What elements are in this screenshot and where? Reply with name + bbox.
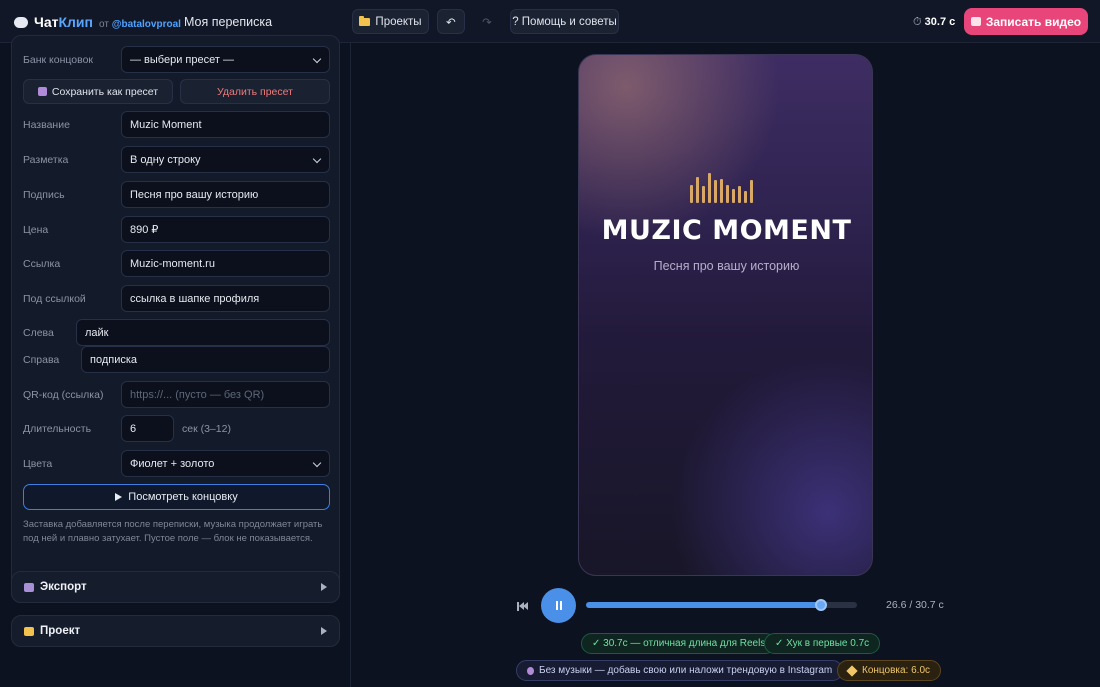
equalizer-bar [702, 186, 705, 203]
outro-bank-select[interactable]: — выбери пресет — [121, 46, 330, 73]
duration-readout: ⏱ 30.7 с [913, 16, 955, 29]
under-link-label: Под ссылкой [23, 293, 86, 305]
progress-fill [586, 602, 821, 608]
hook-badge: ✓ Хук в первые 0.7с [764, 633, 881, 654]
save-preset-button[interactable]: Сохранить как пресет [23, 79, 173, 104]
progress-knob[interactable] [814, 599, 827, 611]
equalizer-icon [690, 173, 753, 203]
record-video-label: Записать видео [985, 14, 1082, 29]
projects-button[interactable]: Проекты [352, 9, 429, 34]
equalizer-bar [744, 191, 747, 203]
left-field[interactable]: лайк [76, 319, 330, 346]
left-label: Слева [23, 327, 54, 339]
equalizer-bar [708, 173, 711, 203]
preview-outro-label: Посмотреть концовку [128, 491, 238, 503]
equalizer-bar [732, 189, 735, 203]
clapper-icon [24, 582, 34, 592]
save-preset-label: Сохранить как пресет [51, 85, 159, 98]
expand-arrow-icon [321, 583, 327, 591]
help-button[interactable]: ? Помощь и советы [510, 9, 619, 34]
expand-arrow-icon [321, 627, 327, 635]
qr-label: QR-код (ссылка) [23, 389, 104, 401]
folder-icon [24, 626, 34, 636]
skip-back-icon[interactable] [516, 600, 528, 612]
save-icon [37, 87, 47, 96]
project-section[interactable]: Проект [11, 615, 340, 647]
outro-settings-card: Банк концовок — выбери пресет — Сохранит… [11, 35, 340, 603]
duration-label: Длительность [23, 423, 92, 435]
preview-subtitle: Песня про вашу историю [653, 259, 800, 273]
undo-button[interactable]: ↶ [437, 9, 465, 34]
pause-button[interactable] [541, 588, 576, 623]
app-brand[interactable]: ЧатКлип от @batalovproal [14, 14, 181, 30]
layout-label: Разметка [23, 154, 69, 166]
caption-field[interactable]: Песня про вашу историю [121, 181, 330, 208]
link-label: Ссылка [23, 258, 61, 270]
outro-name-field[interactable]: Muzic Moment [121, 111, 330, 138]
chat-bubble-icon [14, 17, 28, 28]
qr-link-field[interactable]: https://... (пусто — без QR) [121, 381, 330, 408]
record-video-button[interactable]: Записать видео [964, 8, 1088, 35]
timer-icon: ⏱ [913, 16, 922, 28]
bank-label: Банк концовок [23, 54, 94, 66]
export-section[interactable]: Экспорт [11, 571, 340, 603]
right-label: Справа [23, 354, 60, 366]
right-field[interactable]: подписка [81, 346, 330, 373]
projects-button-label: Проекты [375, 15, 422, 28]
preview-outro-button[interactable]: Посмотреть концовку [23, 484, 330, 510]
equalizer-bar [720, 179, 723, 203]
length-badge: ✓ 30.7с — отличная длина для Reels [581, 633, 777, 654]
equalizer-bar [750, 180, 753, 203]
equalizer-bar [696, 177, 699, 203]
equalizer-bar [726, 185, 729, 203]
outro-hint: Заставка добавляется после переписки, му… [23, 519, 323, 544]
export-section-label: Экспорт [40, 581, 87, 593]
project-section-label: Проект [40, 625, 81, 637]
price-field[interactable]: 890 ₽ [121, 216, 330, 243]
colors-select[interactable]: Фиолет + золото [121, 450, 330, 477]
app-author: от @batalovproal [99, 19, 181, 30]
settings-panel: Банк концовок — выбери пресет — Сохранит… [0, 35, 351, 687]
duration-field[interactable]: 6 [121, 415, 174, 442]
delete-preset-button[interactable]: Удалить пресет [180, 79, 330, 104]
caption-label: Подпись [23, 189, 65, 201]
link-field[interactable]: Muzic-moment.ru [121, 250, 330, 277]
preview-title: MUZIC MOMENT [601, 215, 852, 246]
outro-length-badge: Концовка: 6.0с [837, 660, 942, 681]
sparkle-icon [846, 664, 858, 677]
duration-hint: сек (3–12) [182, 423, 231, 435]
under-link-field[interactable]: ссылка в шапке профиля [121, 285, 330, 312]
redo-button[interactable]: ↷ [473, 9, 501, 34]
page-title[interactable]: Моя переписка [184, 15, 272, 29]
equalizer-bar [714, 180, 717, 203]
app-name: ЧатКлип [34, 14, 93, 30]
redo-icon: ↷ [482, 16, 492, 29]
help-button-label: ? Помощь и советы [512, 15, 617, 28]
equalizer-bar [738, 186, 741, 203]
video-preview[interactable]: MUZIC MOMENT Песня про вашу историю [578, 54, 873, 576]
playback-progress[interactable] [586, 599, 857, 611]
play-icon [115, 493, 123, 501]
folder-icon [359, 15, 371, 26]
layout-select[interactable]: В одну строку [121, 146, 330, 173]
undo-icon: ↶ [446, 16, 456, 29]
price-label: Цена [23, 224, 49, 236]
colors-label: Цвета [23, 458, 53, 470]
duration-value: 30.7 с [924, 16, 956, 28]
film-icon [970, 17, 981, 26]
music-note-icon [527, 666, 534, 675]
music-badge: Без музыки — добавь свою или наложи трен… [516, 660, 844, 681]
name-label: Название [23, 119, 70, 131]
equalizer-bar [690, 185, 693, 203]
time-readout: 26.6 / 30.7 с [886, 599, 944, 611]
